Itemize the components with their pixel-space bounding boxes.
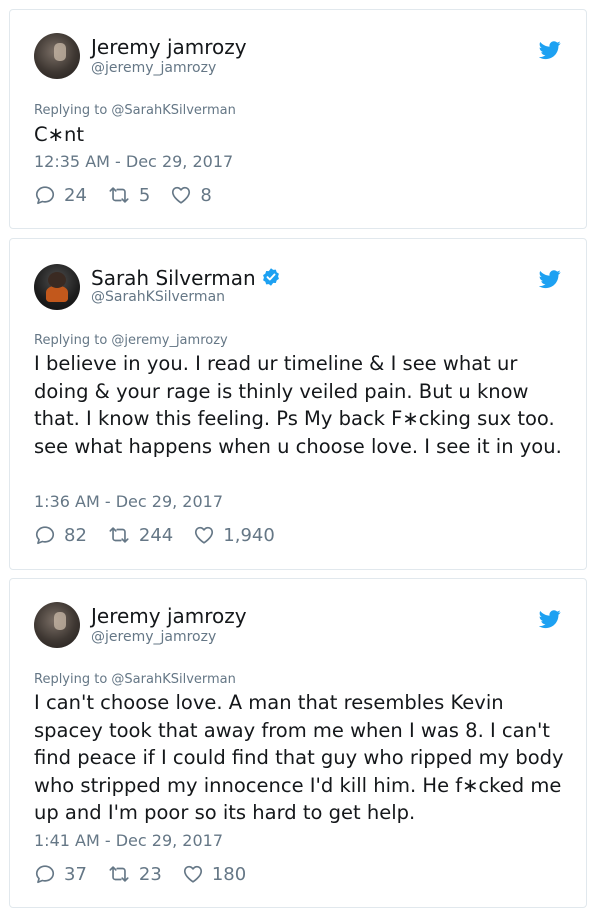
retweet-button[interactable]: 244: [107, 524, 173, 546]
like-icon: [182, 863, 204, 885]
reply-count: 82: [64, 524, 87, 546]
display-name[interactable]: Sarah Silverman: [91, 266, 281, 290]
avatar[interactable]: [34, 33, 80, 79]
reply-button[interactable]: 82: [34, 524, 87, 546]
tweet-card[interactable]: Jeremy jamrozy @jeremy_jamrozy Replying …: [9, 9, 587, 229]
replying-to[interactable]: Replying to @SarahKSilverman: [34, 103, 236, 118]
reply-button[interactable]: 24: [34, 184, 87, 206]
user-handle[interactable]: @jeremy_jamrozy: [91, 629, 216, 645]
tweet-text: C∗nt: [34, 123, 84, 146]
display-name[interactable]: Jeremy jamrozy: [91, 35, 247, 59]
reply-count: 24: [64, 184, 87, 206]
tweet-actions: 82 244 1,940: [34, 522, 295, 548]
avatar[interactable]: [34, 264, 80, 310]
retweet-icon: [107, 184, 131, 206]
tweet-timestamp[interactable]: 12:35 AM - Dec 29, 2017: [34, 152, 233, 171]
avatar[interactable]: [34, 602, 80, 648]
tweet-text: I believe in you. I read ur timeline & I…: [34, 352, 562, 458]
replying-to[interactable]: Replying to @SarahKSilverman: [34, 672, 236, 687]
tweet-actions: 24 5 8: [34, 182, 232, 208]
reply-icon: [34, 863, 56, 885]
like-icon: [193, 524, 215, 546]
like-button[interactable]: 180: [182, 863, 246, 885]
like-count: 180: [211, 863, 247, 885]
reply-icon: [34, 524, 56, 546]
reply-button[interactable]: 37: [34, 863, 87, 885]
user-handle[interactable]: @jeremy_jamrozy: [91, 60, 216, 76]
tweet-text: I can't choose love. A man that resemble…: [34, 691, 564, 824]
display-name-text: Sarah Silverman: [91, 266, 256, 290]
like-count: 1,940: [223, 524, 275, 546]
reply-icon: [34, 184, 56, 206]
tweet-timestamp[interactable]: 1:36 AM - Dec 29, 2017: [34, 492, 223, 511]
retweet-count: 23: [138, 863, 162, 885]
verified-badge-icon: [261, 267, 281, 287]
retweet-icon: [107, 863, 131, 885]
retweet-button[interactable]: 23: [107, 863, 162, 885]
twitter-bird-icon[interactable]: [539, 608, 561, 630]
twitter-bird-icon[interactable]: [539, 268, 561, 290]
reply-count: 37: [64, 863, 87, 885]
retweet-count: 244: [138, 524, 174, 546]
display-name[interactable]: Jeremy jamrozy: [91, 604, 247, 628]
like-icon: [170, 184, 192, 206]
tweet-timestamp[interactable]: 1:41 AM - Dec 29, 2017: [34, 831, 223, 850]
tweet-card[interactable]: Jeremy jamrozy @jeremy_jamrozy Replying …: [9, 578, 587, 908]
like-button[interactable]: 8: [170, 184, 212, 206]
tweet-card[interactable]: Sarah Silverman @SarahKSilverman Replyin…: [9, 238, 587, 570]
like-button[interactable]: 1,940: [193, 524, 275, 546]
tweet-actions: 37 23 180: [34, 861, 266, 887]
twitter-bird-icon[interactable]: [539, 39, 561, 61]
like-count: 8: [200, 184, 212, 206]
user-handle[interactable]: @SarahKSilverman: [91, 289, 225, 305]
retweet-icon: [107, 524, 131, 546]
retweet-button[interactable]: 5: [107, 184, 150, 206]
retweet-count: 5: [138, 184, 151, 206]
replying-to[interactable]: Replying to @jeremy_jamrozy: [34, 333, 228, 348]
